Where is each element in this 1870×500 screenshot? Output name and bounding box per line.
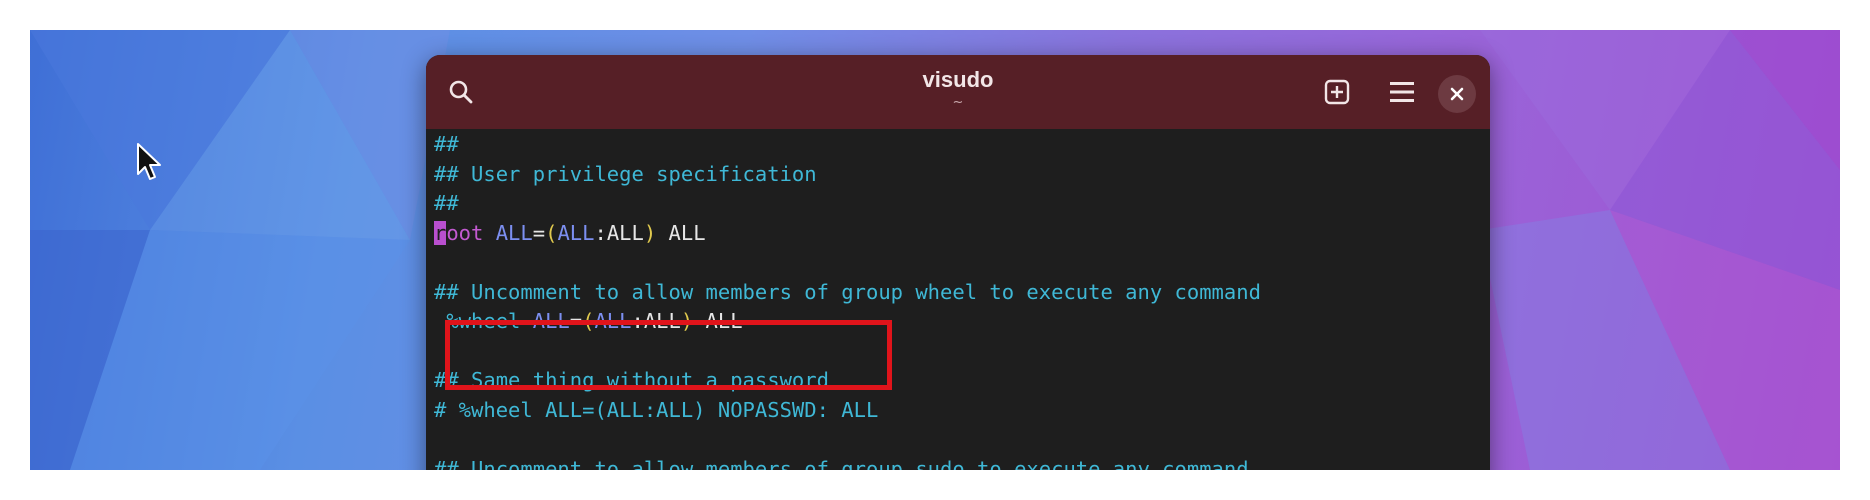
code-token: oot (446, 220, 484, 245)
new-tab-icon (1324, 79, 1350, 105)
close-icon (1450, 87, 1464, 101)
text-cursor: r (434, 220, 447, 245)
terminal-line: # %wheel ALL=(ALL:ALL) NOPASSWD: ALL (434, 397, 879, 422)
code-token: : (631, 309, 644, 333)
terminal-line: ## (434, 132, 459, 156)
code-token: ) (680, 309, 694, 333)
hamburger-menu-icon (1390, 82, 1414, 102)
code-token: ALL (656, 220, 706, 245)
code-token: ( (582, 309, 595, 333)
terminal-output[interactable]: ## ## User privilege specification ## ro… (426, 129, 1490, 470)
mouse-pointer-icon (137, 143, 161, 180)
menu-button[interactable] (1379, 69, 1425, 115)
code-token: = (569, 309, 583, 333)
terminal-window[interactable]: visudo ~ ## ## User privilege specificat… (426, 55, 1490, 470)
terminal-line: ## Uncomment to allow members of group w… (434, 279, 1261, 304)
terminal-line: ## User privilege specification (434, 161, 817, 186)
terminal-line-root: root ALL=(ALL:ALL) ALL (434, 219, 1490, 249)
terminal-line: ## Same thing without a password (434, 368, 829, 392)
desktop-wallpaper: visudo ~ ## ## User privilege specificat… (30, 30, 1840, 470)
new-tab-button[interactable] (1314, 69, 1360, 115)
code-token: ALL (693, 309, 743, 333)
code-token: ) (643, 220, 657, 245)
code-token: ( (545, 220, 558, 245)
code-token: ALL (594, 309, 632, 333)
code-token: ALL (643, 309, 681, 333)
terminal-line: ## (434, 191, 459, 215)
titlebar[interactable]: visudo ~ (426, 55, 1490, 129)
code-token: %wheel (446, 309, 521, 333)
code-token: ALL (557, 220, 595, 245)
code-token: ALL (495, 220, 533, 245)
code-token: ALL (606, 220, 644, 245)
terminal-line: ## Uncomment to allow members of group s… (434, 456, 1249, 471)
close-button[interactable] (1438, 75, 1476, 113)
code-token: ALL (532, 309, 570, 333)
terminal-line-wheel: %wheel ALL=(ALL:ALL) ALL (434, 307, 1490, 337)
code-token: : (594, 220, 607, 245)
code-token: = (532, 220, 546, 245)
